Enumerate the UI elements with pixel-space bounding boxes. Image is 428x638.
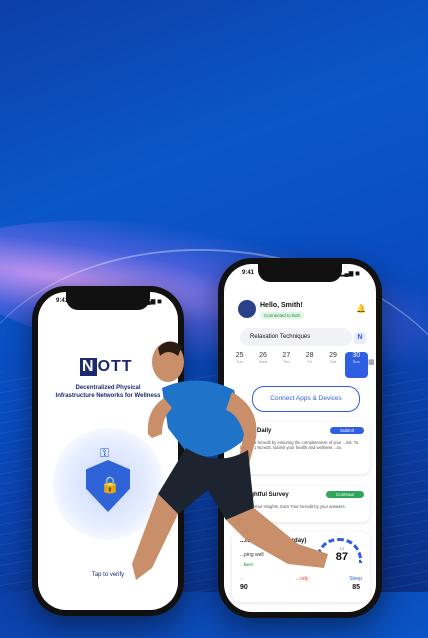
lock-icon: 🔒 — [100, 477, 120, 494]
calendar-icon[interactable]: ▦ — [368, 352, 376, 378]
app-logo: N OTT — [80, 358, 133, 376]
status-time: 9:41 — [242, 270, 255, 276]
runner-illustration — [132, 341, 328, 580]
greeting: Hello, Smith! — [260, 302, 303, 309]
avatar[interactable] — [238, 300, 256, 318]
bell-icon[interactable]: 🔔 — [356, 304, 366, 313]
key-icon: ⚿ — [100, 446, 110, 460]
status-time: 9:41 — [56, 298, 69, 304]
runner-leg-right — [226, 508, 328, 568]
phone-notch — [66, 292, 150, 310]
logo-mark: N — [80, 358, 97, 376]
signal-battery-icon: ▂▄▆ ◼ — [141, 299, 162, 305]
signal-battery-icon: ▂▄▆ ◼ — [339, 271, 360, 277]
runner-shirt — [162, 380, 246, 457]
phone-notch — [258, 264, 342, 282]
